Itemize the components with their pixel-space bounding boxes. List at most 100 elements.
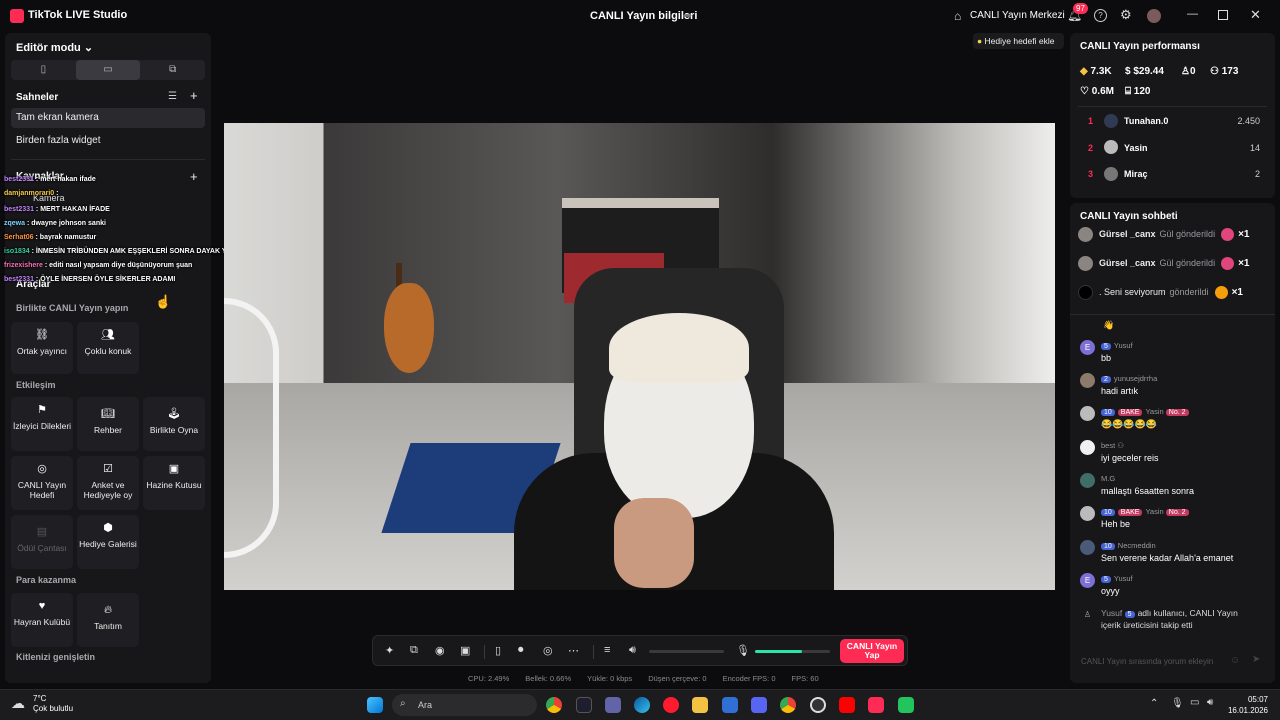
clock[interactable]: 05:07 16.01.2026 — [1228, 694, 1268, 716]
effects-icon[interactable]: ◉ — [435, 644, 445, 657]
camera-settings-icon[interactable]: ◎ — [543, 644, 553, 657]
live-goal-tile[interactable]: ◎ CANLI Yayın Hedefi — [11, 456, 73, 510]
chat-username[interactable]: yunusejdrrha — [1114, 374, 1157, 383]
avatar[interactable] — [1080, 406, 1095, 421]
promotion-tile[interactable]: 🔥︎ Tanıtım — [77, 593, 139, 647]
chat-username[interactable]: Yasin — [1145, 507, 1163, 516]
avatar[interactable]: E — [1080, 340, 1095, 355]
network-icon[interactable]: ▭ — [1190, 697, 1199, 708]
obs-icon[interactable] — [810, 697, 826, 713]
avatar[interactable] — [1104, 140, 1118, 154]
taskview-icon[interactable] — [576, 697, 592, 713]
chrome-icon[interactable] — [780, 697, 796, 713]
avatar[interactable] — [1080, 540, 1095, 555]
volume-slider[interactable] — [649, 650, 724, 653]
chat-username[interactable]: M.G — [1101, 474, 1115, 483]
rank-name[interactable]: Miraç — [1124, 169, 1148, 179]
scene-item[interactable]: Tam ekran kamera — [11, 108, 205, 128]
guide-tile[interactable]: 📖︎ Rehber — [77, 397, 139, 451]
chat-username[interactable]: Yusuf — [1114, 574, 1133, 583]
app-icon[interactable] — [898, 697, 914, 713]
multiguest-tile[interactable]: 👥︎ Çoklu konuk — [77, 322, 139, 374]
avatar[interactable] — [1080, 373, 1095, 388]
microphone-icon[interactable]: 🎙︎ — [736, 644, 750, 657]
add-scene-icon[interactable]: + — [190, 88, 198, 103]
record-icon[interactable]: ⏺ — [518, 644, 524, 657]
opera-icon[interactable] — [663, 697, 679, 713]
chrome-icon[interactable] — [546, 697, 562, 713]
microphone-icon[interactable]: 🎙︎ — [1171, 698, 1184, 709]
avatar[interactable] — [1080, 506, 1095, 521]
gift-sender[interactable]: Gürsel _canx — [1099, 258, 1156, 268]
chat-username[interactable]: Yasin — [1145, 407, 1163, 416]
translate-icon[interactable]: ⧉ — [410, 644, 418, 657]
phone-icon[interactable]: ▯ — [495, 644, 501, 657]
close-icon[interactable]: ✕ — [1250, 7, 1261, 23]
avatar[interactable] — [1078, 226, 1093, 242]
discord-icon[interactable] — [751, 697, 767, 713]
search-box[interactable]: Ara — [392, 694, 537, 716]
treasure-tile[interactable]: ▣ Hazine Kutusu — [143, 456, 205, 510]
play-together-tile[interactable]: 🕹︎ Birlikte Oyna — [143, 397, 205, 451]
more-icon[interactable]: ⋯ — [568, 644, 579, 657]
stream-preview[interactable] — [224, 123, 1055, 590]
magic-wand-icon[interactable]: ✦ — [385, 644, 394, 657]
folder-icon[interactable] — [692, 697, 708, 713]
chat-username[interactable]: best — [1101, 441, 1115, 450]
minimize-icon[interactable]: — — [1187, 8, 1198, 20]
list-icon[interactable]: ☰ — [168, 91, 177, 102]
youtube-icon[interactable] — [839, 697, 855, 713]
landscape-mode-button[interactable]: ▭ — [75, 60, 141, 80]
avatar[interactable] — [1147, 9, 1161, 23]
avatar[interactable] — [1078, 255, 1093, 271]
avatar[interactable] — [1080, 440, 1095, 455]
reward-bag-tile[interactable]: ▤ Ödül Çantası — [11, 515, 73, 569]
edge-icon[interactable] — [634, 697, 650, 713]
chat-username[interactable]: Yusuf — [1101, 608, 1122, 618]
poll-tile[interactable]: ☑ Anket ve Hediyeyle oy — [77, 456, 139, 510]
maximize-icon[interactable] — [1218, 10, 1228, 20]
emoji-icon[interactable]: ☺ — [1230, 655, 1240, 666]
gift-sender[interactable]: . Seni seviyorum — [1099, 287, 1166, 297]
help-icon[interactable]: ? — [1094, 9, 1107, 22]
tiktok-icon[interactable] — [868, 697, 884, 713]
volume-icon[interactable]: 🔊︎ — [1207, 697, 1213, 708]
mixer-icon[interactable]: ≡ — [604, 644, 610, 656]
home-icon[interactable]: ⌂ — [954, 9, 961, 23]
portrait-mode-button[interactable]: ▯ — [11, 60, 76, 80]
gear-icon[interactable]: ⚙ — [1120, 7, 1132, 23]
live-center-link[interactable]: CANLI Yayın Merkezi — [970, 10, 1065, 21]
gift-sender[interactable]: Gürsel _canx — [1099, 229, 1156, 239]
scene-item[interactable]: Birden fazla widget — [11, 131, 205, 151]
caption-icon[interactable]: ▣ — [460, 644, 470, 657]
rank-name[interactable]: Yasin — [1124, 143, 1148, 153]
dual-mode-button[interactable]: ⧉ — [140, 60, 205, 80]
rank-name[interactable]: Tunahan.0 — [1124, 116, 1168, 126]
speaker-icon[interactable]: 🔊︎ — [629, 644, 636, 657]
avatar[interactable] — [1080, 473, 1095, 488]
live-info-title[interactable]: CANLI Yayın bilgileri — [590, 10, 697, 22]
cohost-tile[interactable]: ⛓ Ortak yayıncı — [11, 322, 73, 374]
avatar[interactable] — [1104, 167, 1118, 181]
editor-mode-dropdown[interactable]: Editör modu ⌄ — [16, 41, 93, 54]
start-icon[interactable] — [367, 697, 383, 713]
viewer-requests-tile[interactable]: ⚑ İzleyici Dilekleri — [11, 397, 73, 451]
avatar[interactable] — [1104, 114, 1118, 128]
teams-icon[interactable] — [605, 697, 621, 713]
store-icon[interactable] — [722, 697, 738, 713]
chat-username[interactable]: Yusuf — [1114, 341, 1133, 350]
fan-club-tile[interactable]: ♥ Hayran Kulübü — [11, 593, 73, 647]
gift-gallery-tile[interactable]: ⬢ Hediye Galerisi — [77, 515, 139, 569]
avatar[interactable]: E — [1080, 573, 1095, 588]
chat-text: 😂😂😂😂😂 — [1101, 419, 1158, 429]
chat-username[interactable]: Necmeddin — [1118, 541, 1156, 550]
add-gift-goal-button[interactable]: ● Hediye hedefi ekle — [973, 33, 1064, 49]
weather-widget[interactable]: 7°C Çok bulutlu — [33, 694, 73, 714]
share-icon[interactable]: ➦ — [683, 9, 692, 22]
go-live-button[interactable]: CANLI Yayın Yap — [840, 639, 904, 663]
chevron-up-icon[interactable]: ⌃ — [1150, 698, 1158, 709]
send-icon[interactable]: ➤ — [1252, 654, 1260, 665]
add-source-icon[interactable]: + — [190, 169, 198, 184]
avatar[interactable] — [1078, 284, 1093, 300]
weather-icon[interactable]: ☁ — [11, 695, 25, 712]
